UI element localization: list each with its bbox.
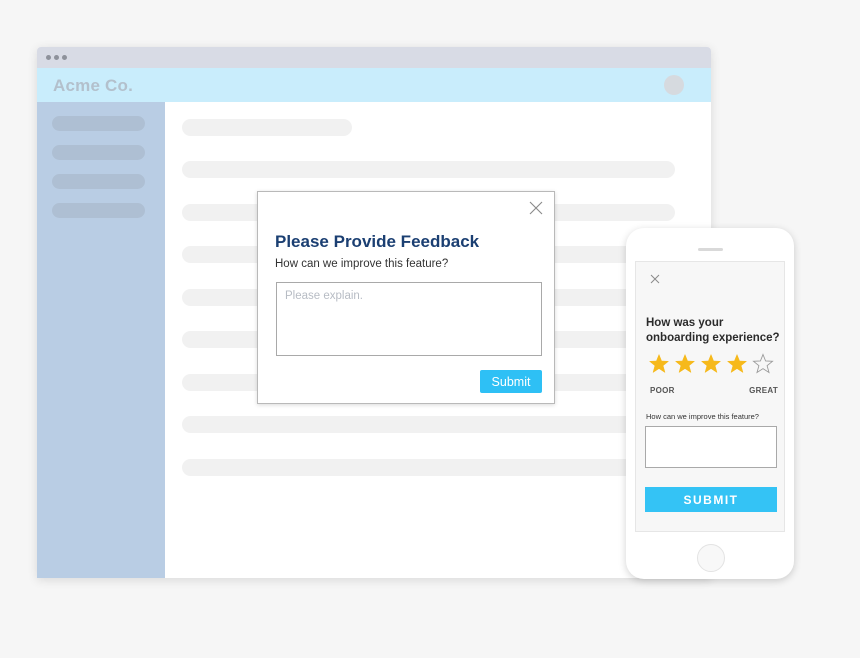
modal-subtitle: How can we improve this feature? (275, 258, 449, 270)
phone-screen: How was your onboarding experience? POOR… (635, 261, 785, 532)
avatar[interactable] (664, 75, 684, 95)
phone-submit-button[interactable]: SUBMIT (645, 487, 777, 512)
star-filled-icon[interactable] (726, 353, 748, 375)
phone-mockup: How was your onboarding experience? POOR… (626, 228, 794, 579)
star-filled-icon[interactable] (700, 353, 722, 375)
content-placeholder-row (182, 161, 675, 178)
sidebar-item[interactable] (52, 203, 145, 218)
window-dot-icon (62, 55, 67, 60)
star-rating[interactable] (648, 353, 774, 375)
sidebar-item[interactable] (52, 174, 145, 189)
content-placeholder-row (182, 119, 352, 136)
feedback-input[interactable] (276, 282, 542, 356)
window-dot-icon (46, 55, 51, 60)
content-placeholder-row (182, 416, 675, 433)
modal-title: Please Provide Feedback (275, 232, 480, 251)
content-placeholder-row (182, 459, 675, 476)
survey-question: How was your onboarding experience? (646, 317, 780, 344)
rating-high-label: GREAT (749, 386, 778, 395)
phone-speaker (698, 248, 723, 251)
sidebar-item[interactable] (52, 116, 145, 131)
brand-logo[interactable]: Acme Co. (53, 76, 133, 96)
app-header: Acme Co. (37, 68, 711, 102)
sidebar (37, 102, 165, 578)
star-filled-icon[interactable] (674, 353, 696, 375)
star-filled-icon[interactable] (648, 353, 670, 375)
feedback-modal: Please Provide Feedback How can we impro… (257, 191, 555, 404)
window-dot-icon (54, 55, 59, 60)
close-icon[interactable] (649, 272, 661, 284)
rating-low-label: POOR (650, 386, 675, 395)
close-icon[interactable] (528, 200, 544, 216)
home-button[interactable] (697, 544, 725, 572)
sidebar-item[interactable] (52, 145, 145, 160)
phone-feedback-input[interactable] (645, 426, 777, 468)
browser-titlebar (37, 47, 711, 68)
phone-subtitle: How can we improve this feature? (646, 412, 759, 421)
star-empty-icon[interactable] (752, 353, 774, 375)
submit-button[interactable]: Submit (480, 370, 542, 393)
